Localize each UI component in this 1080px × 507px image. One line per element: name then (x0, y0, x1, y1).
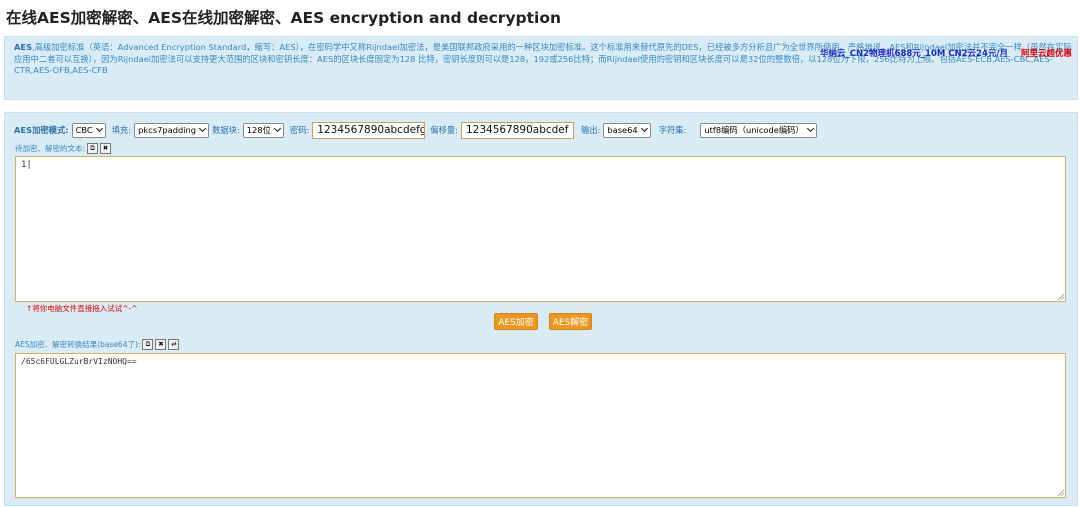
iv-label: 偏移量: (430, 125, 458, 135)
output-format-value: base64 (607, 125, 638, 135)
clear-icon[interactable]: ✖ (100, 143, 112, 154)
charset-label: 字符集: (658, 125, 687, 135)
chevron-down-icon (95, 124, 103, 133)
input-text: 1| (21, 160, 32, 170)
description-lead: AES (14, 42, 33, 52)
copy-icon[interactable]: ⧉ (142, 339, 154, 350)
key-input[interactable]: 1234567890abcdefghijk (312, 121, 426, 139)
resize-grip-icon[interactable] (1057, 489, 1064, 496)
resize-grip-icon[interactable] (1057, 293, 1064, 300)
input-caption-text: 待加密、解密的文本: (15, 144, 86, 153)
output-text: /65c6FULGLZurBrVIzNOHQ== (21, 357, 137, 366)
padding-select-value: pkcs7padding (138, 125, 197, 135)
output-format-label: 输出: (580, 125, 601, 135)
input-caption: 待加密、解密的文本: ⧉ ✖ (15, 143, 112, 154)
block-label: 数据块: (212, 125, 240, 135)
description-box: AES,高级加密标准（英语：Advanced Encryption Standa… (4, 36, 1078, 100)
key-label: 密码: (289, 125, 310, 135)
padding-select[interactable]: pkcs7padding (134, 122, 210, 138)
options-row: AES加密模式: CBC 填充: pkcs7padding 数据块: 128位 … (14, 121, 817, 139)
page-title: 在线AES加密解密、AES在线加密解密、AES encryption and d… (6, 9, 562, 27)
input-textarea[interactable]: 1| (15, 156, 1066, 302)
chevron-down-icon (806, 124, 814, 133)
drag-file-hint: ↑将你电脑文件直接拖入试试^-^ (26, 304, 138, 313)
chevron-down-icon (640, 124, 648, 133)
mode-label: AES加密模式: (14, 125, 69, 135)
charset-select[interactable]: utf8编码（unicode编码） (700, 122, 817, 138)
charset-select-value: utf8编码（unicode编码） (704, 125, 804, 135)
clear-icon[interactable]: ✖ (155, 339, 167, 350)
copy-icon[interactable]: ⧉ (87, 143, 99, 154)
encrypt-button[interactable]: AES加密 (494, 313, 538, 330)
ad-link-huanayun[interactable]: 华纳云_CN2物理机688元_10M CN2云24元/月 (820, 47, 1008, 59)
chevron-down-icon (199, 124, 207, 133)
output-format-select[interactable]: base64 (603, 122, 651, 138)
swap-icon[interactable]: ⇄ (168, 339, 180, 350)
iv-input[interactable]: 1234567890abcdef (460, 121, 574, 139)
chevron-down-icon (273, 124, 281, 133)
mode-select[interactable]: CBC (71, 122, 106, 138)
block-select[interactable]: 128位 (242, 122, 284, 138)
output-caption-text: AES加密、解密转换结果(base64了): (15, 340, 141, 349)
ad-link-aliyun[interactable]: 阿里云超优惠 (1021, 47, 1072, 59)
output-caption: AES加密、解密转换结果(base64了): ⧉ ✖ ⇄ (15, 339, 180, 350)
block-select-value: 128位 (246, 125, 271, 135)
decrypt-button[interactable]: AES解密 (549, 313, 592, 330)
aes-tool-panel: AES加密模式: CBC 填充: pkcs7padding 数据块: 128位 … (4, 112, 1078, 506)
output-textarea[interactable]: /65c6FULGLZurBrVIzNOHQ== (15, 353, 1066, 498)
padding-label: 填充: (111, 125, 132, 135)
mode-select-value: CBC (75, 125, 93, 135)
